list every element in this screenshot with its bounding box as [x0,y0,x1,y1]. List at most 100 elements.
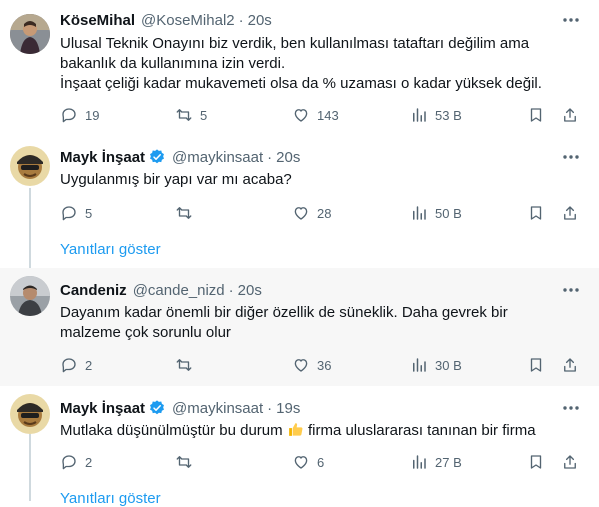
verified-badge-icon [150,149,165,164]
retweet-button[interactable]: 5 [175,104,207,126]
share-button[interactable] [561,104,579,126]
views-chart-icon [413,358,426,372]
tweet-4[interactable]: Mayk İnşaat @maykinsaat · 19s Mutlaka dü… [0,386,599,507]
reply-button[interactable]: 5 [60,202,92,224]
bookmark-button[interactable] [527,202,545,224]
avatar[interactable] [10,276,50,316]
timestamp[interactable]: 20s [248,12,272,29]
tweet-actions: 2 6 27 B [55,451,587,473]
author-handle[interactable]: @maykinsaat [172,149,263,166]
separator-dot: · [228,281,234,299]
views-button[interactable]: 50 B [410,202,462,224]
timestamp[interactable]: 19s [276,400,300,417]
tweet-header: KöseMihal @KoseMihal2 · 20s [60,10,272,30]
like-button[interactable]: 143 [292,104,339,126]
views-button[interactable]: 27 B [410,451,462,473]
like-count: 6 [317,454,325,470]
bookmark-button[interactable] [527,451,545,473]
share-button[interactable] [561,202,579,224]
reply-icon [62,358,76,373]
tweet-text: Ulusal Teknik Onayını biz verdik, ben ku… [60,34,580,94]
reply-button[interactable]: 2 [60,354,92,376]
retweet-icon [176,359,192,371]
share-icon [564,358,576,372]
reply-count: 19 [85,107,100,123]
tweet-feed: KöseMihal @KoseMihal2 · 20s Ulusal Tekni… [0,0,599,507]
reply-button[interactable]: 2 [60,451,92,473]
like-button[interactable]: 6 [292,451,324,473]
heart-icon [294,359,308,372]
tweet-text: Mutlaka düşünülmüştür bu durum firma ulu… [60,421,580,441]
like-button[interactable]: 36 [292,354,331,376]
tweet-text-line: bakanlık da kullanımına izin verdi. [60,55,286,72]
author-handle[interactable]: @maykinsaat [172,400,263,417]
tweet-text-line: Ulusal Teknik Onayını biz verdik, ben ku… [60,35,530,52]
author-handle[interactable]: @KoseMihal2 [141,12,235,29]
views-button[interactable]: 30 B [410,354,462,376]
show-replies-link[interactable]: Yanıtları göster [60,241,161,258]
verified-badge-icon [150,400,165,415]
more-options-icon[interactable] [561,280,581,300]
thread-line [29,188,31,268]
tweet-text-part: Mutlaka düşünülmüştür bu durum [60,422,287,439]
timestamp[interactable]: 20s [238,282,262,299]
show-replies-link[interactable]: Yanıtları göster [60,490,161,507]
tweet-text: Uygulanmış bir yapı var mı acaba? [60,170,580,190]
timestamp[interactable]: 20s [276,149,300,166]
retweet-icon [176,109,192,121]
view-count: 27 B [435,454,462,470]
tweet-2[interactable]: Mayk İnşaat @maykinsaat · 20s Uygulanmış… [0,140,599,268]
like-count: 36 [317,357,332,373]
views-chart-icon [413,206,426,220]
author-name[interactable]: Candeniz [60,282,127,299]
avatar[interactable] [10,394,50,434]
more-options-icon[interactable] [561,147,581,167]
heart-icon [294,456,308,469]
author-handle[interactable]: @cande_nizd [133,282,225,299]
like-button[interactable]: 28 [292,202,331,224]
tweet-actions: 19 5 143 53 B [55,104,587,126]
reply-icon [62,206,76,221]
avatar[interactable] [10,14,50,54]
tweet-actions: 2 36 30 B [55,354,587,376]
reply-icon [62,455,76,470]
retweet-button[interactable] [175,354,200,376]
tweet-3[interactable]: Candeniz @cande_nizd · 20s Dayanım kadar… [0,268,599,386]
tweet-header: Mayk İnşaat @maykinsaat · 20s [60,147,300,167]
author-name[interactable]: Mayk İnşaat [60,400,145,417]
retweet-button[interactable] [175,451,200,473]
views-chart-icon [413,108,426,122]
view-count: 30 B [435,357,462,373]
separator-dot: · [267,148,273,166]
avatar[interactable] [10,146,50,186]
bookmark-button[interactable] [527,104,545,126]
author-name[interactable]: Mayk İnşaat [60,149,145,166]
tweet-actions: 5 28 50 B [55,202,587,224]
bookmark-icon [530,358,542,372]
tweet-text-line: Mutlaka düşünülmüştür bu durum firma ulu… [60,421,580,441]
tweet-header: Mayk İnşaat @maykinsaat · 19s [60,398,300,418]
reply-count: 2 [85,357,93,373]
bookmark-icon [530,455,542,469]
author-name[interactable]: KöseMihal [60,12,135,29]
reply-count: 5 [85,205,93,221]
tweet-text-line: Dayanım kadar önemli bir diğer özellik d… [60,304,508,321]
share-button[interactable] [561,451,579,473]
tweet-1[interactable]: KöseMihal @KoseMihal2 · 20s Ulusal Tekni… [0,0,599,140]
more-options-icon[interactable] [561,398,581,418]
tweet-text-line: malzeme çok sorunlu olur [60,324,231,341]
retweet-button[interactable] [175,202,200,224]
tweet-text-line: İnşaat çeliği kadar mukavemeti olsa da %… [60,75,542,92]
view-count: 53 B [435,107,462,123]
reply-count: 2 [85,454,93,470]
like-count: 28 [317,205,332,221]
bookmark-icon [530,108,542,122]
views-button[interactable]: 53 B [410,104,462,126]
reply-icon [62,108,76,123]
retweet-icon [176,207,192,219]
more-options-icon[interactable] [561,10,581,30]
reply-button[interactable]: 19 [60,104,99,126]
share-button[interactable] [561,354,579,376]
tweet-header: Candeniz @cande_nizd · 20s [60,280,262,300]
bookmark-button[interactable] [527,354,545,376]
